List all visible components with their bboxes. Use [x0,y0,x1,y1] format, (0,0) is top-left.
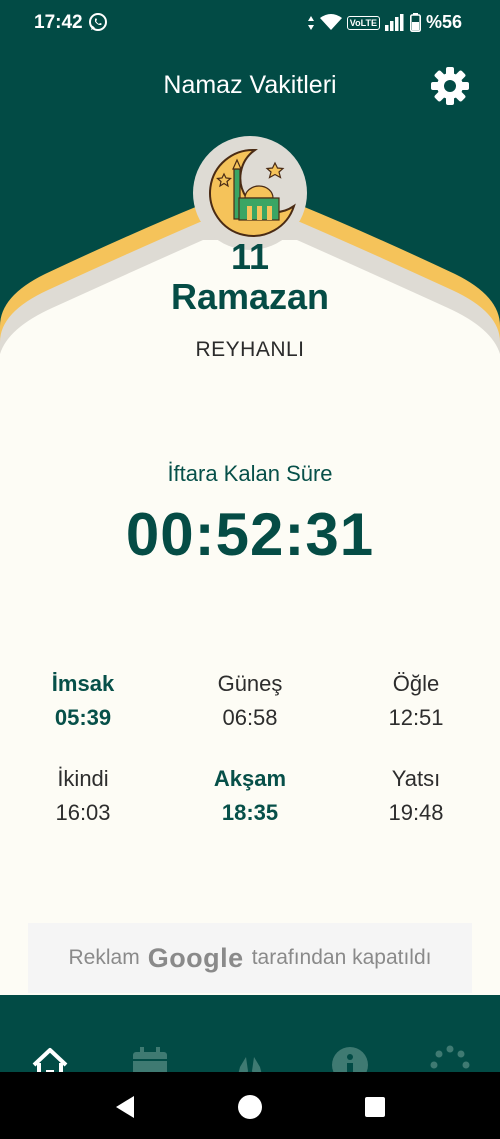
prayer-yatsi: Yatsı 19:48 [331,766,500,826]
bottom-navigation [0,995,500,1085]
hijri-month: Ramazan [170,276,330,317]
gear-icon[interactable] [430,66,470,106]
prayer-time: 18:35 [221,800,279,825]
system-navigation-bar [0,1072,500,1139]
hijri-day: 11 [230,236,270,277]
prayer-name: Yatsı [391,766,441,791]
prayer-gunes: Güneş 06:58 [165,671,335,731]
prayer-time: 05:39 [54,705,112,730]
crescent-mosque-icon [209,148,296,237]
prayer-time: 16:03 [55,800,111,825]
ad-brand-logo: Google [147,942,244,973]
battery-percent: %56 [425,12,462,32]
prayer-time: 19:48 [388,800,444,825]
recents-icon[interactable] [362,1094,388,1120]
prayer-name: Güneş [217,671,283,696]
ad-prefix: Reklam [68,946,140,969]
countdown-label: İftara Kalan Süre [167,461,333,486]
header-banner: Namaz Vakitleri [0,46,500,366]
back-icon[interactable] [112,1094,138,1120]
status-indicators: VoLTE %56 [307,12,462,33]
ad-banner: Reklam Google tarafından kapatıldı [28,923,472,993]
ad-suffix: tarafından kapatıldı [251,946,432,969]
prayer-aksam: Akşam 18:35 [165,766,335,826]
app-title: Namaz Vakitleri [163,71,337,99]
status-bar: 17:42 VoLTE %56 [0,0,500,46]
prayer-name: İmsak [51,671,115,696]
prayer-name: Akşam [213,766,287,791]
battery-icon [409,13,421,32]
prayer-name: Öğle [392,671,440,696]
prayer-time: 06:58 [222,705,278,730]
data-arrows-icon [307,15,314,30]
status-time: 17:42 [34,12,83,33]
prayer-name: İkindi [57,766,109,791]
volte-badge: VoLTE [346,15,380,30]
city-name[interactable]: REYHANLI [0,338,500,362]
prayer-imsak: İmsak 05:39 [0,671,168,731]
signal-icon [384,14,404,31]
mosque-medallion [193,136,307,250]
prayer-ogle: Öğle 12:51 [331,671,500,731]
countdown-timer: 00:52:31 [125,501,375,568]
prayer-ikindi: İkindi 16:03 [0,766,168,826]
wifi-icon [319,14,342,30]
home-button-icon[interactable] [237,1094,263,1120]
prayer-time: 12:51 [388,705,444,730]
whatsapp-icon [89,13,107,31]
